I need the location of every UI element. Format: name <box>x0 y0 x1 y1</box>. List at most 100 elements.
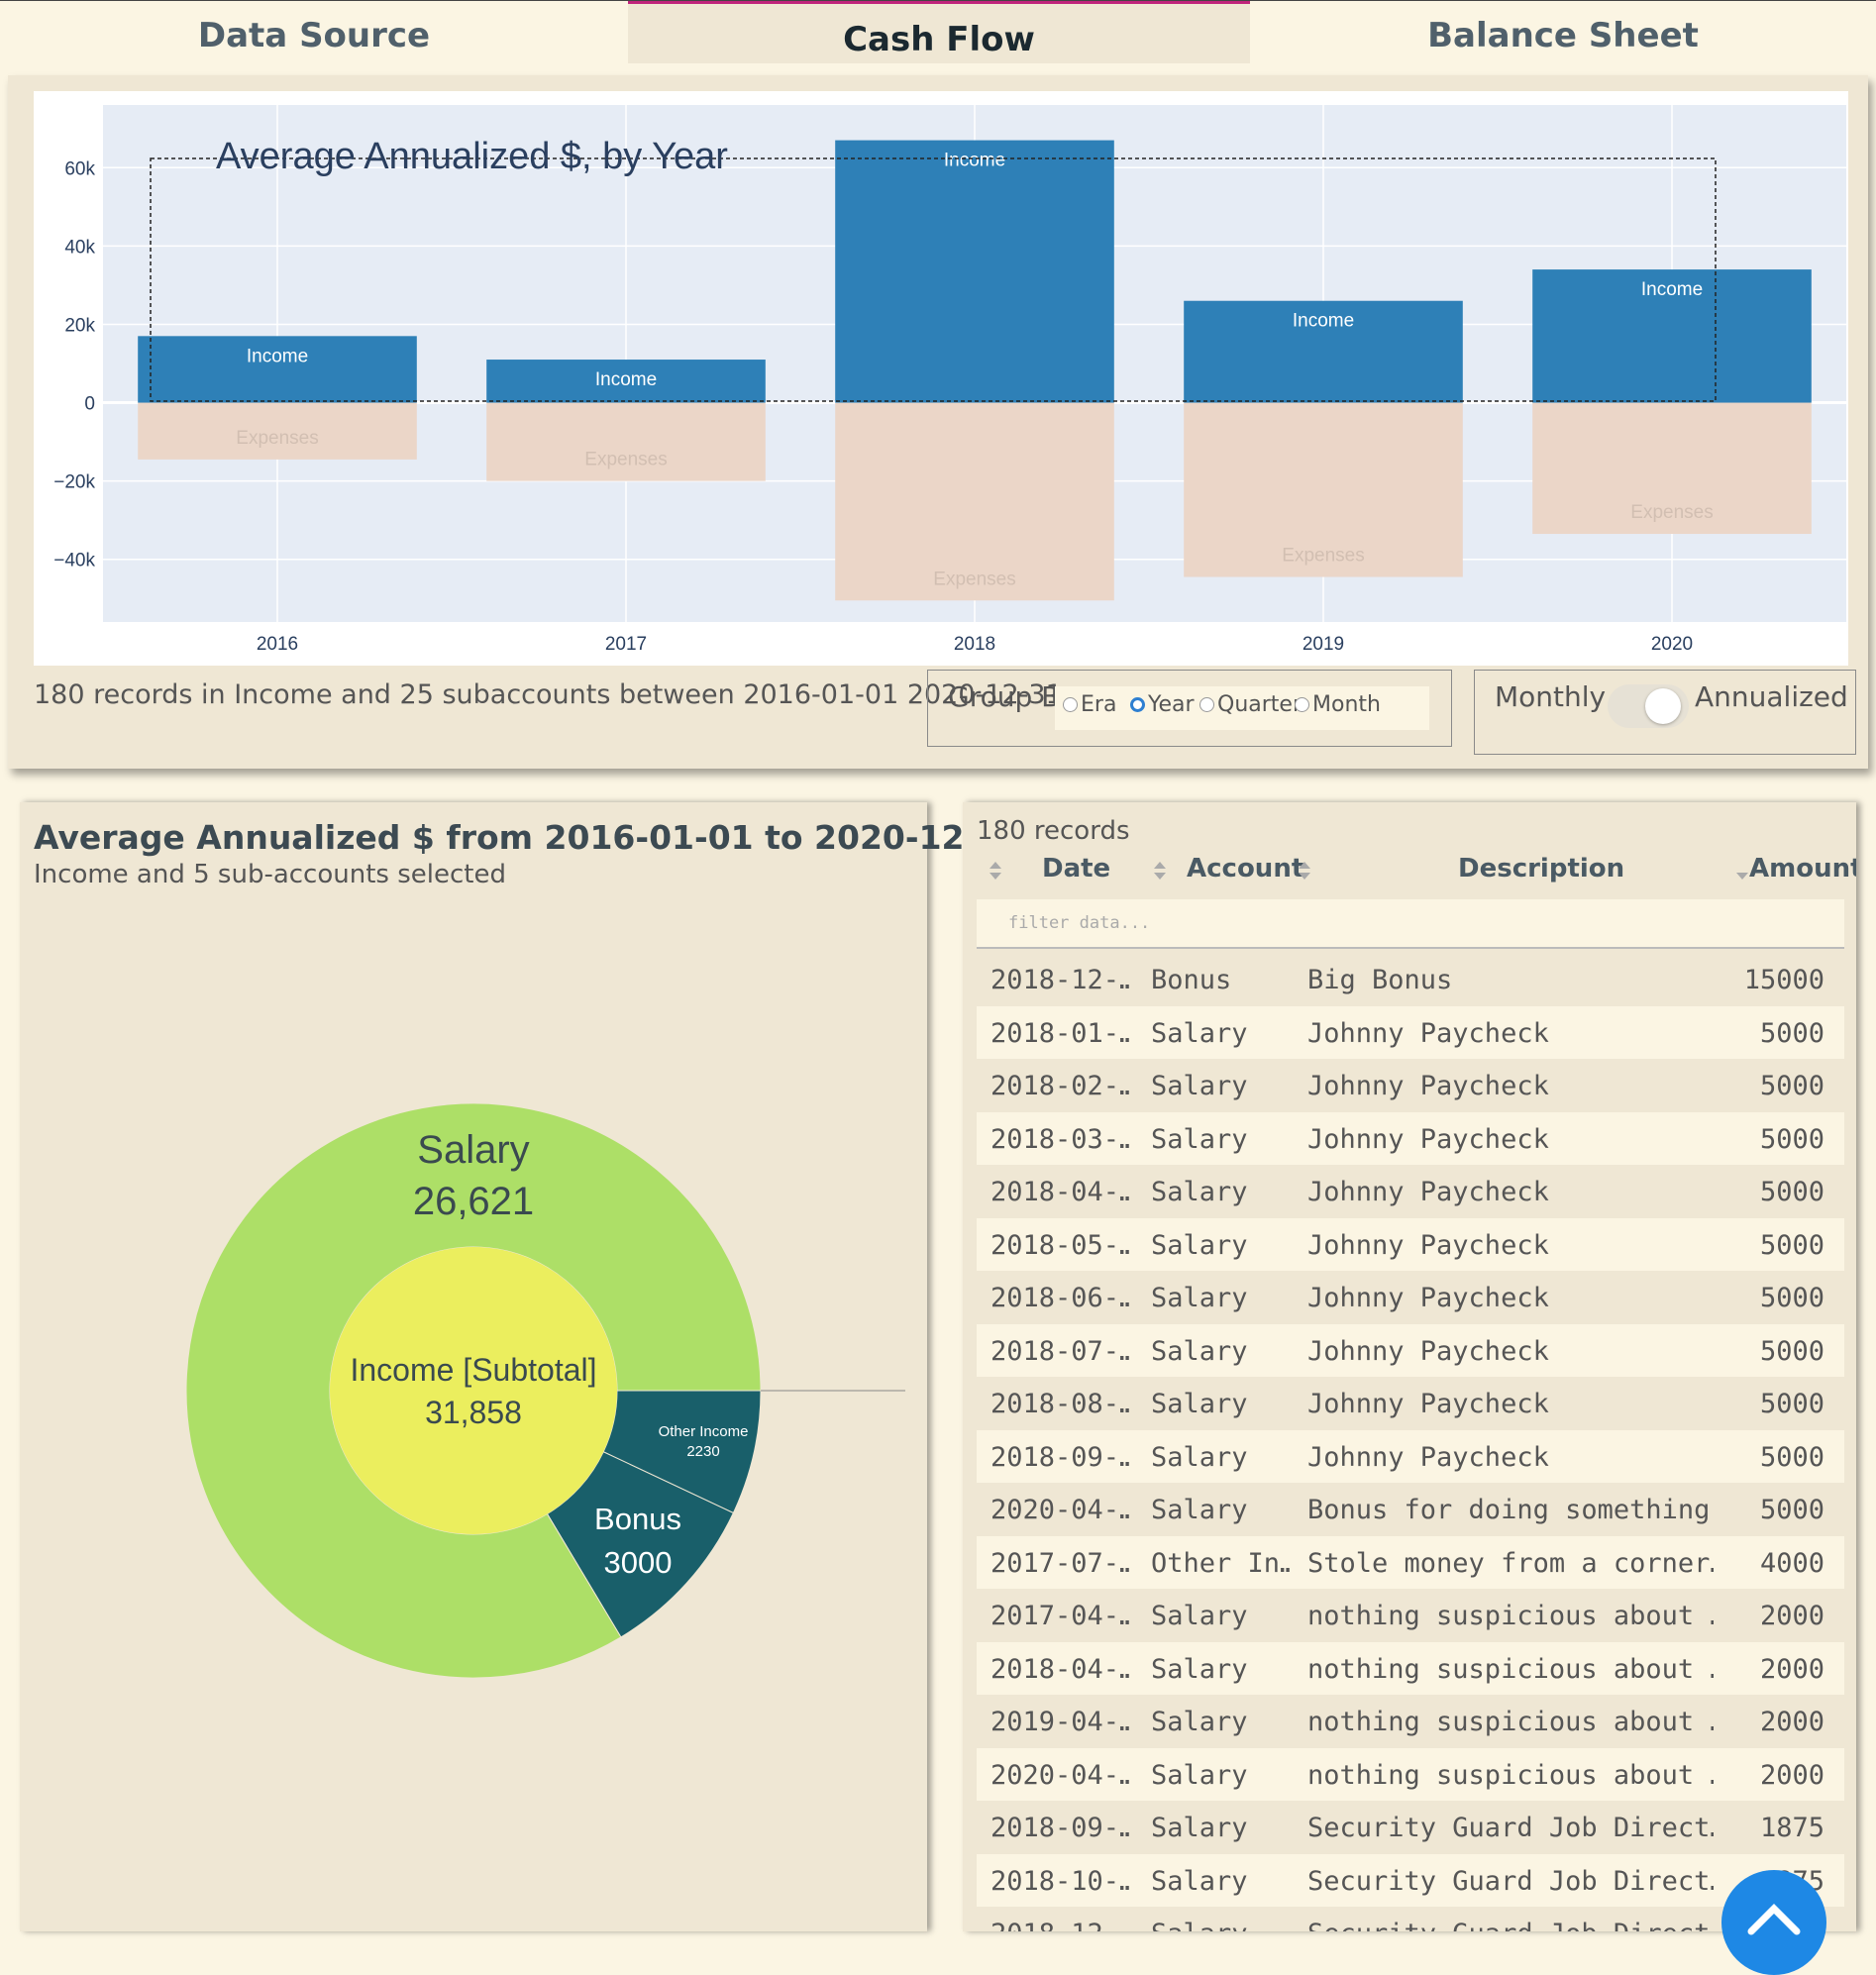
bar-label-income: Income <box>247 346 308 366</box>
period-toggle: Monthly Annualized <box>1474 670 1856 755</box>
cell-description: nothing suspicious about … <box>1307 1707 1714 1737</box>
table-row[interactable]: 2019-04-… Salary nothing suspicious about … <box>977 1695 1844 1748</box>
table-row[interactable]: 2018-09-… Salary Johnny Paycheck 5000 <box>977 1429 1844 1483</box>
cell-description: Johnny Paycheck <box>1307 1177 1549 1207</box>
x-tick-label: 2019 <box>1303 634 1344 655</box>
sort-desc-icon[interactable] <box>1735 860 1749 882</box>
radio-quarter[interactable]: Quarter <box>1199 692 1302 717</box>
y-tick-label: 40k <box>64 237 95 258</box>
cell-amount: 5000 <box>1759 1177 1824 1207</box>
cell-account: Salary <box>1151 1441 1248 1473</box>
sort-icon[interactable] <box>989 860 1002 882</box>
table-row[interactable]: 2018-03-… Salary Johnny Paycheck 5000 <box>977 1111 1844 1165</box>
cell-amount: 2000 <box>1759 1759 1824 1791</box>
group-by-radios: Era Year Quarter Month <box>1055 686 1429 730</box>
header-description[interactable]: Description <box>1458 854 1624 884</box>
table-row[interactable]: 2018-02-… Salary Johnny Paycheck 5000 <box>977 1059 1844 1112</box>
header-amount[interactable]: Amount <box>1749 854 1856 884</box>
cell-description: Johnny Paycheck <box>1307 1389 1549 1419</box>
sunburst-chart[interactable]: Salary 26,621 Income [Subtotal] 31,858 Bonus… <box>20 802 927 1931</box>
cell-account: Salary <box>1151 1071 1248 1101</box>
bar-label-expenses: Expenses <box>236 428 318 449</box>
table-row[interactable]: 2017-07-… Other In… Stole money from a cor… <box>977 1535 1844 1589</box>
table-row[interactable]: 2018-01-… Salary Johnny Paycheck 5000 <box>977 1005 1844 1059</box>
cell-amount: 2000 <box>1759 1653 1824 1685</box>
bar-label-expenses: Expenses <box>1630 502 1713 523</box>
cell-description: Security Guard Job Direct… <box>1307 1813 1714 1843</box>
radio-quarter-label: Quarter <box>1217 692 1302 717</box>
records-table-card: 180 records Date Account Description Amo… <box>963 802 1856 1931</box>
sort-icon[interactable] <box>1153 860 1167 882</box>
header-date[interactable]: Date <box>1042 854 1110 884</box>
table-row[interactable]: 2018-07-… Salary Johnny Paycheck 5000 <box>977 1323 1844 1377</box>
table-row[interactable]: 2018-05-… Salary Johnny Paycheck 5000 <box>977 1217 1844 1271</box>
cell-date: 2018-04-… <box>990 1177 1129 1207</box>
cell-amount: 5000 <box>1759 1441 1824 1473</box>
radio-dot-icon <box>1130 697 1145 712</box>
center-label: Income [Subtotal] <box>350 1352 596 1388</box>
bar-income[interactable] <box>835 140 1114 403</box>
tab-cash-flow[interactable]: Cash Flow <box>628 1 1250 63</box>
cell-description: nothing suspicious about … <box>1307 1759 1714 1791</box>
sunburst-center[interactable] <box>330 1247 617 1534</box>
radio-year[interactable]: Year <box>1130 692 1195 717</box>
radio-dot-icon <box>1199 697 1214 712</box>
cell-amount: 5000 <box>1759 1071 1824 1101</box>
cell-account: Salary <box>1151 1335 1248 1367</box>
salary-label: Salary <box>417 1128 529 1172</box>
cash-flow-chart-card: −40k −20k 0 20k 40k 60k Expenses Income 2016 Expe… <box>8 75 1868 769</box>
x-tick-label: 2020 <box>1651 634 1693 655</box>
tab-balance-sheet[interactable]: Balance Sheet <box>1250 1 1876 60</box>
table-row[interactable]: 2018-09-… Salary Security Guard Job Direct… <box>977 1801 1844 1854</box>
bar-label-income: Income <box>595 369 657 390</box>
header-account[interactable]: Account <box>1187 854 1303 884</box>
cell-date: 2017-04-… <box>990 1601 1129 1631</box>
table-row[interactable]: 2018-04-… Salary Johnny Paycheck 5000 <box>977 1165 1844 1218</box>
scroll-top-button[interactable] <box>1721 1870 1826 1975</box>
cell-date: 2019-04-… <box>990 1707 1129 1737</box>
filter-input[interactable]: filter data... <box>977 899 1844 949</box>
bar-label-income: Income <box>1293 311 1354 332</box>
cell-date: 2018-03-… <box>990 1123 1129 1155</box>
table-row[interactable]: 2020-04-… Salary Bonus for doing something… <box>977 1483 1844 1536</box>
cell-description: Security Guard Job Direct… <box>1307 1919 1714 1931</box>
cell-account: Salary <box>1151 1919 1290 1931</box>
cell-account: Salary <box>1151 1389 1248 1419</box>
cell-date: 2018-06-… <box>990 1283 1129 1313</box>
cell-amount: 5000 <box>1759 1017 1824 1049</box>
table-row[interactable]: 2017-04-… Salary nothing suspicious about … <box>977 1589 1844 1642</box>
cell-date: 2018-04-… <box>990 1653 1129 1685</box>
records-summary: 180 records in Income and 25 subaccounts… <box>34 679 1063 710</box>
table-row[interactable]: 2018-06-… Salary Johnny Paycheck 5000 <box>977 1271 1844 1324</box>
radio-era[interactable]: Era <box>1063 692 1116 717</box>
cell-description: Johnny Paycheck <box>1307 1123 1549 1155</box>
table-row[interactable]: 2018-12-… Bonus Big Bonus 15000 <box>977 953 1844 1006</box>
filter-placeholder: filter data... <box>1008 913 1151 933</box>
bar-label-expenses: Expenses <box>933 569 1015 589</box>
bar-label-expenses: Expenses <box>584 450 667 470</box>
table-row[interactable]: 2018-10-… Salary Security Guard Job Direct… <box>977 1853 1844 1907</box>
table-header: Date Account Description Amount <box>977 854 1856 893</box>
cell-date: 2018-09-… <box>990 1813 1129 1843</box>
radio-era-label: Era <box>1081 692 1117 717</box>
table-row[interactable]: 2018-08-… Salary Johnny Paycheck 5000 <box>977 1377 1844 1430</box>
cell-description: nothing suspicious about … <box>1307 1653 1714 1685</box>
toggle-knob <box>1645 688 1681 724</box>
bar-chart[interactable]: −40k −20k 0 20k 40k 60k Expenses Income 2016 Expe… <box>34 91 1848 666</box>
cell-amount: 2000 <box>1759 1601 1824 1631</box>
other-income-value: 2230 <box>686 1443 719 1460</box>
y-tick-label: 60k <box>64 158 95 179</box>
cell-date: 2018-05-… <box>990 1229 1129 1261</box>
table-row[interactable]: 2018-04-… Salary nothing suspicious about … <box>977 1641 1844 1695</box>
radio-month[interactable]: Month <box>1295 692 1381 717</box>
cell-date: 2018-09-… <box>990 1441 1129 1473</box>
cell-amount: 2000 <box>1759 1707 1824 1737</box>
table-row[interactable]: 2020-04-… Salary nothing suspicious about … <box>977 1747 1844 1801</box>
sort-icon[interactable] <box>1298 860 1311 882</box>
toggle-switch[interactable] <box>1608 684 1689 728</box>
cell-description: Johnny Paycheck <box>1307 1335 1549 1367</box>
y-tick-label: 0 <box>84 394 95 415</box>
toggle-annualized-label: Annualized <box>1695 680 1848 713</box>
cell-description: nothing suspicious about … <box>1307 1601 1714 1631</box>
tab-data-source[interactable]: Data Source <box>0 1 628 60</box>
